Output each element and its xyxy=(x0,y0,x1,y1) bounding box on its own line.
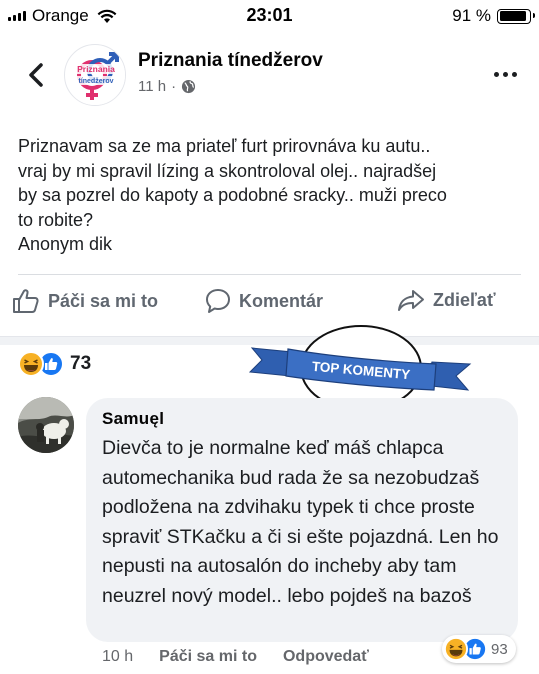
comment-author[interactable]: Samuęl xyxy=(102,409,164,429)
post-age[interactable]: 11 h xyxy=(138,78,166,95)
like-button[interactable]: Páči sa mi to xyxy=(12,288,158,314)
reaction-count: 73 xyxy=(70,353,92,374)
post-actions: Páči sa mi to Komentár Zdieľať xyxy=(0,288,539,322)
comment-like-button[interactable]: Páči sa mi to xyxy=(159,648,257,666)
battery-percent: 91 % xyxy=(452,6,491,25)
battery-icon xyxy=(497,8,535,24)
share-icon xyxy=(398,290,424,311)
more-dots-icon[interactable] xyxy=(494,72,517,77)
like-label: Páči sa mi to xyxy=(48,290,159,311)
reactions-summary[interactable]: 73 xyxy=(18,351,91,377)
haha-icon xyxy=(18,351,44,377)
chevron-left-icon[interactable] xyxy=(22,60,52,90)
svg-text:tínedžerov: tínedžerov xyxy=(78,78,113,85)
battery-indicator: 91 % xyxy=(452,6,535,26)
comment-icon xyxy=(206,289,230,313)
divider xyxy=(18,274,521,275)
comment-footer: 10 h Páči sa mi to Odpovedať xyxy=(102,648,369,666)
thumbs-up-icon xyxy=(13,289,39,313)
page-logo: Priznania tínedžerov xyxy=(66,46,125,105)
page-avatar[interactable]: Priznania tínedžerov xyxy=(64,44,126,106)
comment-reaction-count: 93 xyxy=(491,640,508,658)
comment-label: Komentár xyxy=(239,290,324,311)
comment-text: Dievča to je normalne keď máš chlapca au… xyxy=(102,437,499,607)
svg-text:Priznania: Priznania xyxy=(77,64,115,74)
comment-reactions[interactable]: 93 xyxy=(442,635,516,663)
page-title[interactable]: Priznania tínedžerov xyxy=(138,50,323,72)
haha-icon xyxy=(444,637,468,661)
comment-button[interactable]: Komentár xyxy=(205,288,323,314)
status-bar: Orange 23:01 91 % xyxy=(0,0,539,32)
comment-time[interactable]: 10 h xyxy=(102,648,133,666)
comment-reply-button[interactable]: Odpovedať xyxy=(283,648,369,666)
post-text: Priznavam sa ze ma priateľ furt prirovná… xyxy=(18,136,447,254)
share-button[interactable]: Zdieľať xyxy=(397,288,496,312)
commenter-avatar[interactable] xyxy=(18,397,74,453)
post-meta: 11 h · xyxy=(138,78,196,95)
share-label: Zdieľať xyxy=(433,289,496,310)
globe-icon xyxy=(182,79,196,94)
meta-separator: · xyxy=(171,78,177,95)
